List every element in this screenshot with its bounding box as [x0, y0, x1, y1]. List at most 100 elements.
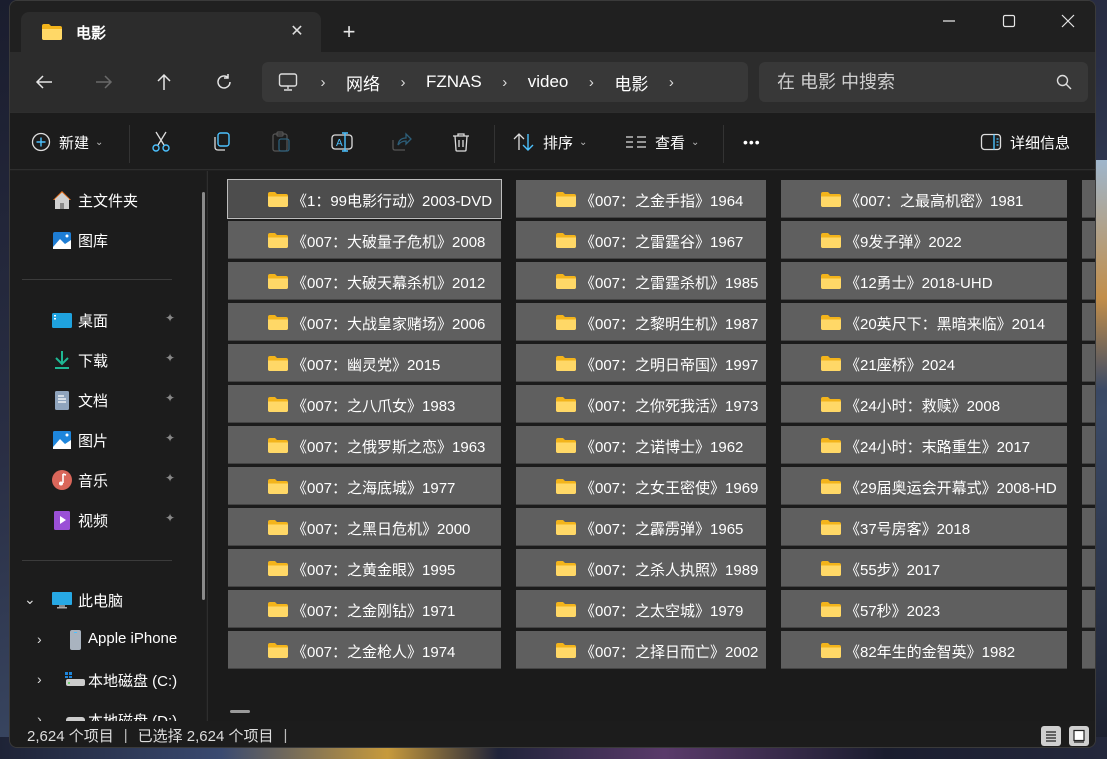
sidebar-item-music[interactable]: 音乐 ✦	[10, 461, 200, 497]
folder-item[interactable]: 《007：大战皇家赌场》2006	[228, 303, 501, 341]
folder-item[interactable]: 《12勇士》2018-UHD	[781, 262, 1067, 300]
folder-item[interactable]: 《57秒》2023	[781, 590, 1067, 628]
folder-item[interactable]: 《007：幽灵党》2015	[228, 344, 501, 382]
sidebar-item-drive-c[interactable]: › 本地磁盘 (C:)	[10, 661, 200, 697]
folder-item-partial[interactable]	[1082, 426, 1095, 464]
pin-icon[interactable]: ✦	[165, 511, 175, 525]
copy-button[interactable]	[210, 125, 232, 159]
folder-item-partial[interactable]	[1082, 221, 1095, 259]
maximize-button[interactable]	[980, 1, 1038, 41]
details-pane-button[interactable]: 详细信息	[980, 125, 1070, 159]
chevron-right-icon[interactable]: ›	[656, 74, 686, 91]
sidebar-item-iphone[interactable]: › Apple iPhone	[10, 621, 200, 657]
folder-item[interactable]: 《37号房客》2018	[781, 508, 1067, 546]
folder-item[interactable]: 《29届奥运会开幕式》2008-HD	[781, 467, 1067, 505]
folder-item[interactable]: 《20英尺下：黑暗来临》2014	[781, 303, 1067, 341]
sidebar-item-pictures[interactable]: 图片 ✦	[10, 421, 200, 457]
folder-item[interactable]: 《9发子弹》2022	[781, 221, 1067, 259]
folder-item[interactable]: 《007：之八爪女》1983	[228, 385, 501, 423]
horizontal-scrollbar[interactable]	[230, 710, 250, 713]
folder-item[interactable]: 《007：大破天幕杀机》2012	[228, 262, 501, 300]
folder-item[interactable]: 《007：之俄罗斯之恋》1963	[228, 426, 501, 464]
folder-item[interactable]: 《007：之诺博士》1962	[516, 426, 766, 464]
folder-item-partial[interactable]	[1082, 631, 1095, 669]
sidebar-item-desktop[interactable]: 桌面 ✦	[10, 301, 200, 337]
chevron-right-icon[interactable]: ›	[37, 631, 42, 647]
folder-item[interactable]: 《007：大破量子危机》2008	[228, 221, 501, 259]
sidebar-item-downloads[interactable]: 下载 ✦	[10, 341, 200, 377]
folder-item[interactable]: 《007：之金刚钻》1971	[228, 590, 501, 628]
chevron-down-icon[interactable]: ⌄	[24, 591, 36, 608]
folder-item[interactable]: 《007：之太空城》1979	[516, 590, 766, 628]
folder-item-partial[interactable]	[1082, 303, 1095, 341]
sidebar-item-home[interactable]: 主文件夹	[10, 181, 200, 217]
folder-item-partial[interactable]	[1082, 180, 1095, 218]
share-button[interactable]	[390, 125, 412, 159]
up-button[interactable]	[147, 66, 181, 98]
close-tab-button[interactable]: ✕	[285, 20, 309, 44]
folder-item[interactable]: 《007：之明日帝国》1997	[516, 344, 766, 382]
address-bar[interactable]: › 网络 › FZNAS › video › 电影 ›	[262, 62, 748, 102]
folder-item[interactable]: 《24小时：救赎》2008	[781, 385, 1067, 423]
chevron-right-icon[interactable]: ›	[388, 74, 418, 91]
folder-item[interactable]: 《007：之你死我活》1973	[516, 385, 766, 423]
pin-icon[interactable]: ✦	[165, 471, 175, 485]
sidebar-item-gallery[interactable]: 图库	[10, 221, 200, 257]
breadcrumb-movies[interactable]: 电影	[606, 70, 656, 95]
folder-item-partial[interactable]	[1082, 385, 1095, 423]
breadcrumb-video[interactable]: video	[520, 72, 577, 92]
folder-item[interactable]: 《24小时：末路重生》2017	[781, 426, 1067, 464]
delete-button[interactable]	[450, 125, 472, 159]
cut-button[interactable]	[150, 125, 172, 159]
folder-item[interactable]: 《007：之女王密使》1969	[516, 467, 766, 505]
folder-item[interactable]: 《007：之海底城》1977	[228, 467, 501, 505]
sidebar-item-drive-d[interactable]: › 本地磁盘 (D:)	[10, 701, 200, 721]
sidebar-item-videos[interactable]: 视频 ✦	[10, 501, 200, 537]
folder-item[interactable]: 《55步》2017	[781, 549, 1067, 587]
folder-item[interactable]: 《007：之杀人执照》1989	[516, 549, 766, 587]
folder-item[interactable]: 《007：之最高机密》1981	[781, 180, 1067, 218]
search-box[interactable]	[759, 62, 1088, 102]
chevron-right-icon[interactable]: ›	[576, 74, 606, 91]
forward-button[interactable]	[87, 66, 121, 98]
pin-icon[interactable]: ✦	[165, 351, 175, 365]
folder-item[interactable]: 《007：之黎明生机》1987	[516, 303, 766, 341]
folder-item[interactable]: 《007：之霹雳弹》1965	[516, 508, 766, 546]
folder-item[interactable]: 《007：之黑日危机》2000	[228, 508, 501, 546]
folder-item-partial[interactable]	[1082, 508, 1095, 546]
chevron-right-icon[interactable]: ›	[37, 711, 42, 721]
folder-item-partial[interactable]	[1082, 549, 1095, 587]
folder-item[interactable]: 《007：之雷霆杀机》1985	[516, 262, 766, 300]
folder-item-partial[interactable]	[1082, 262, 1095, 300]
back-button[interactable]	[27, 66, 61, 98]
new-tab-button[interactable]: +	[335, 19, 363, 47]
pin-icon[interactable]: ✦	[165, 391, 175, 405]
more-options-button[interactable]: •••	[743, 125, 761, 159]
folder-item[interactable]: 《21座桥》2024	[781, 344, 1067, 382]
folder-item[interactable]: 《1：99电影行动》2003-DVD	[227, 179, 502, 219]
pin-icon[interactable]: ✦	[165, 311, 175, 325]
rename-button[interactable]: A	[330, 125, 354, 159]
folder-item[interactable]: 《007：之黄金眼》1995	[228, 549, 501, 587]
minimize-button[interactable]	[920, 1, 978, 41]
sidebar-item-documents[interactable]: 文档 ✦	[10, 381, 200, 417]
refresh-button[interactable]	[207, 66, 241, 98]
chevron-right-icon[interactable]: ›	[308, 74, 338, 91]
chevron-right-icon[interactable]: ›	[37, 671, 42, 687]
breadcrumb-fznas[interactable]: FZNAS	[418, 72, 490, 92]
folder-item[interactable]: 《82年生的金智英》1982	[781, 631, 1067, 669]
chevron-right-icon[interactable]: ›	[490, 74, 520, 91]
new-button[interactable]: 新建 ⌄	[31, 125, 103, 159]
folder-item[interactable]: 《007：之雷霆谷》1967	[516, 221, 766, 259]
tab-movies[interactable]: 电影 ✕	[21, 12, 321, 52]
folder-item-partial[interactable]	[1082, 344, 1095, 382]
folder-item-partial[interactable]	[1082, 590, 1095, 628]
search-input[interactable]	[777, 71, 1037, 93]
large-icons-view-button[interactable]	[1069, 726, 1089, 746]
folder-item[interactable]: 《007：之择日而亡》2002	[516, 631, 766, 669]
sort-button[interactable]: 排序 ⌄	[513, 125, 587, 159]
folder-item[interactable]: 《007：之金枪人》1974	[228, 631, 501, 669]
details-view-button[interactable]	[1041, 726, 1061, 746]
close-window-button[interactable]	[1039, 1, 1095, 41]
view-button[interactable]: 查看 ⌄	[625, 125, 699, 159]
